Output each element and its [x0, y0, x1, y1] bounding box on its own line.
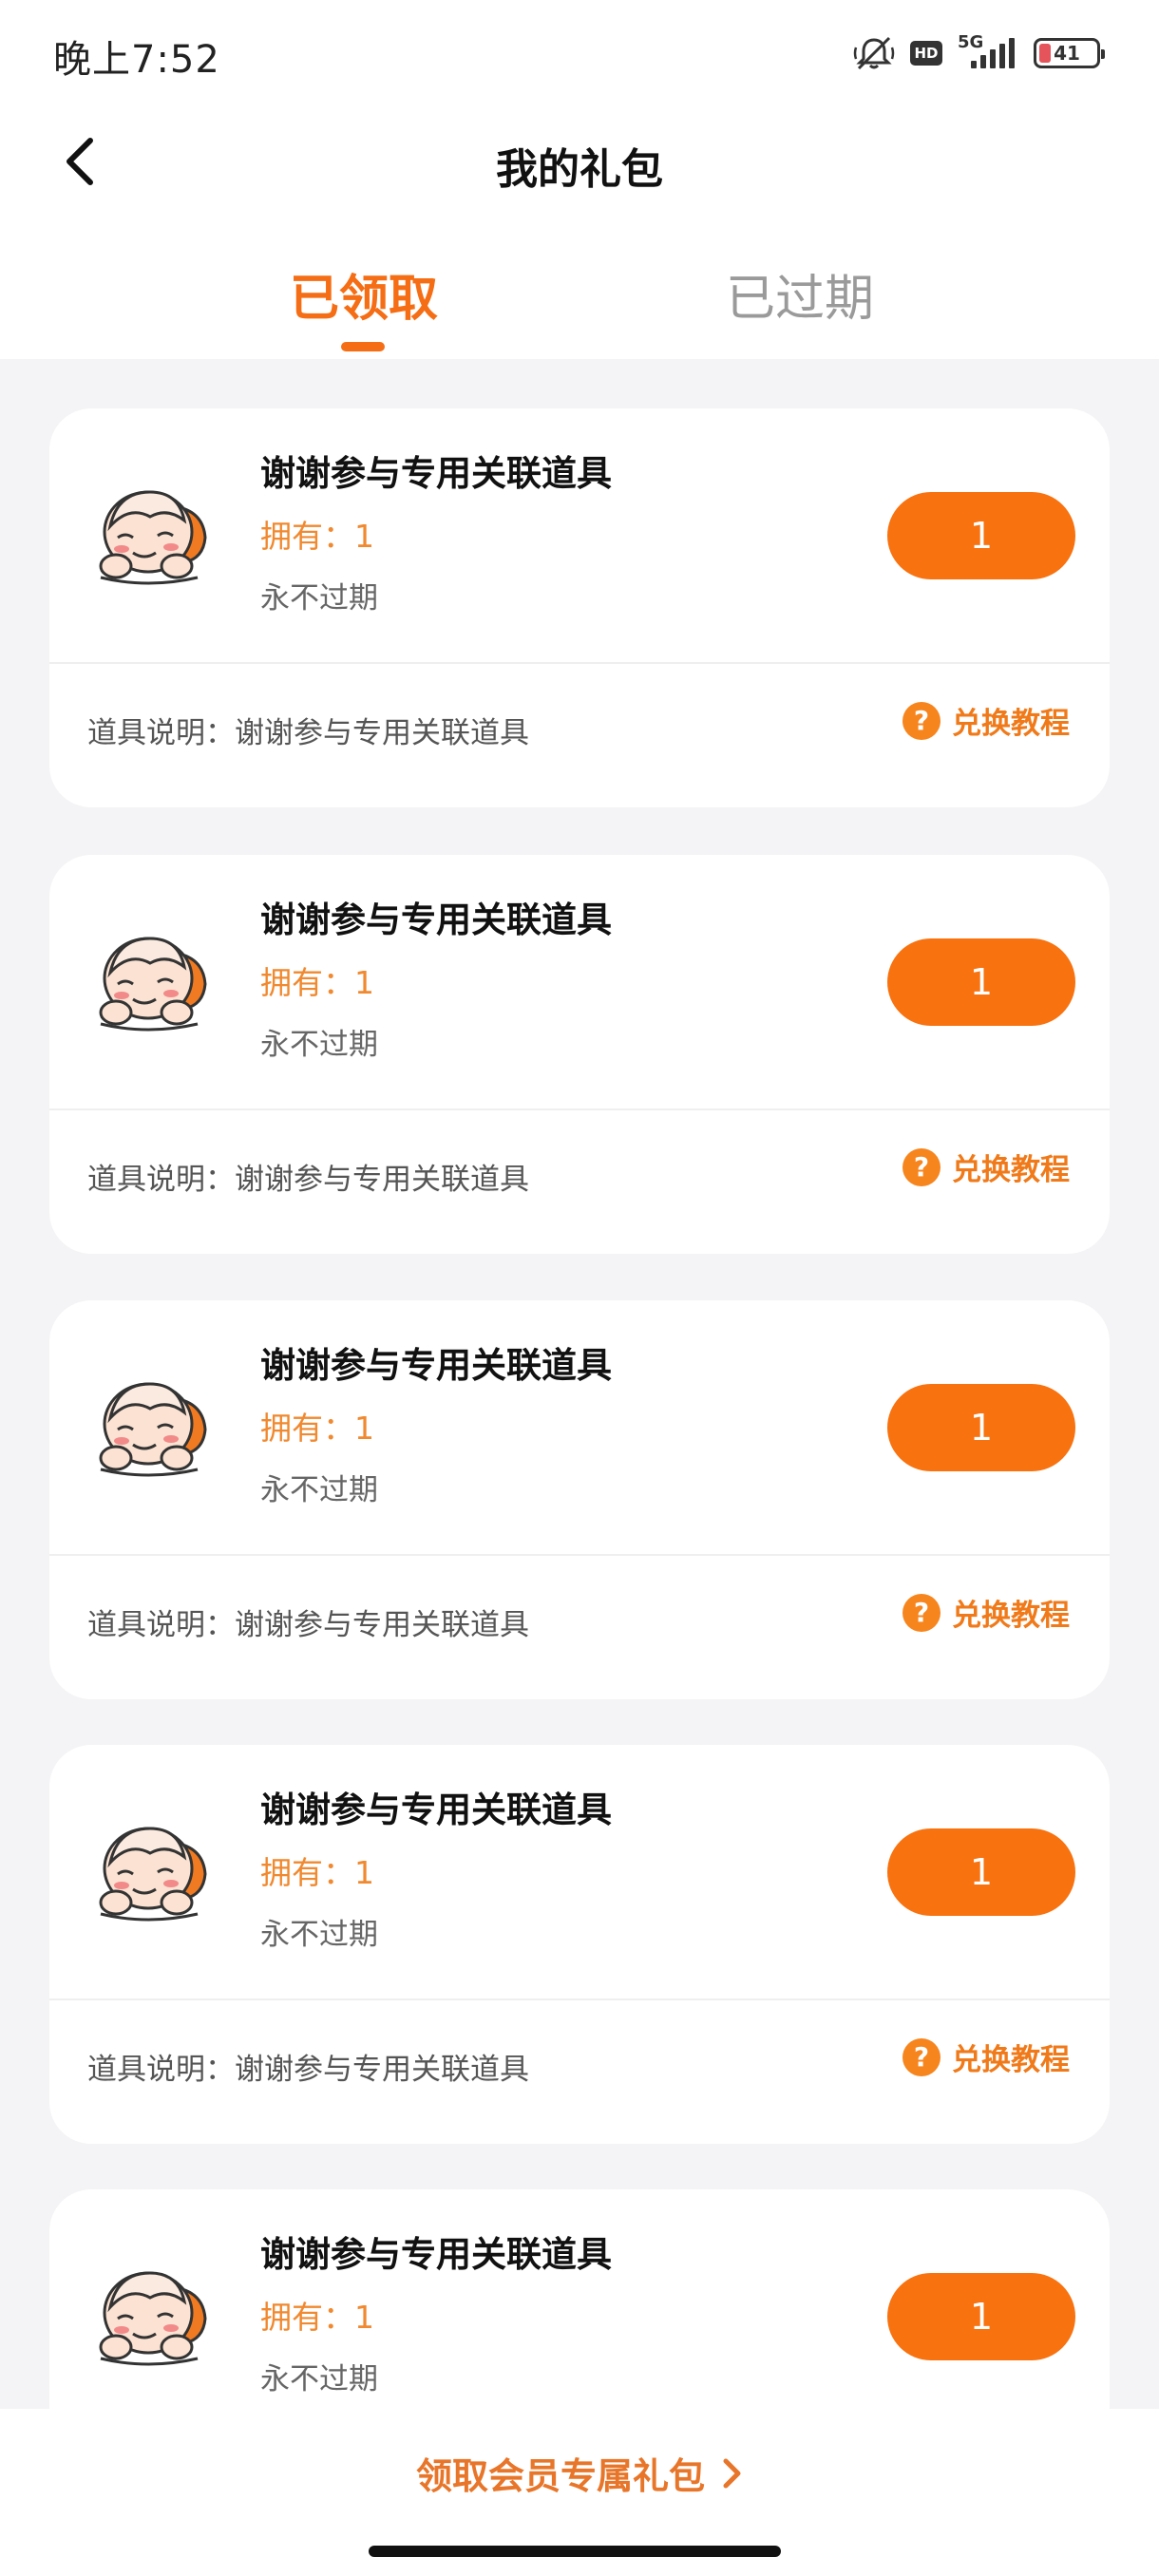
card-divider: [49, 1554, 1110, 1556]
gift-package-page: 晚上7:52 HD 5G 41 我的礼包 已领取 已过期 谢谢参与专用关联道具 …: [0, 0, 1159, 2576]
redeem-tutorial-label: 兑换教程: [952, 707, 1070, 741]
expiry-text: 永不过期: [260, 1918, 378, 1952]
battery-level: 41: [1054, 42, 1080, 65]
use-item-button[interactable]: 1: [887, 1828, 1075, 1916]
tab-bar: 已领取 已过期: [0, 249, 1159, 359]
use-item-button[interactable]: 1: [887, 492, 1075, 579]
question-circle-icon: ?: [902, 1593, 940, 1632]
item-description: 道具说明：谢谢参与专用关联道具: [87, 2053, 529, 2087]
top-area: 晚上7:52 HD 5G 41 我的礼包 已领取 已过期: [0, 0, 1159, 359]
status-bar: 晚上7:52 HD 5G 41: [0, 0, 1159, 106]
expiry-text: 永不过期: [260, 581, 378, 616]
mascot-avatar: [91, 1371, 215, 1485]
card-divider: [49, 662, 1110, 664]
signal-bars-icon: 5G: [958, 32, 1018, 72]
home-indicator[interactable]: [369, 2546, 781, 2557]
owned-count: 拥有：1: [260, 518, 374, 555]
bell-muted-icon: [853, 34, 895, 72]
gift-card: 谢谢参与专用关联道具 拥有：1 永不过期 1 道具说明：谢谢参与专用关联道具 ?…: [49, 1300, 1110, 1699]
owned-count: 拥有：1: [260, 1854, 374, 1891]
redeem-tutorial-label: 兑换教程: [952, 2043, 1070, 2077]
question-circle-icon: ?: [902, 1147, 940, 1186]
owned-count: 拥有：1: [260, 1410, 374, 1447]
item-description: 道具说明：谢谢参与专用关联道具: [87, 1608, 529, 1642]
mascot-avatar: [91, 925, 215, 1039]
item-name: 谢谢参与专用关联道具: [260, 1345, 612, 1386]
chevron-right-icon: [723, 2458, 741, 2488]
owned-count: 拥有：1: [260, 964, 374, 1001]
question-circle-icon: ?: [902, 2037, 940, 2076]
member-gift-link[interactable]: 领取会员专属礼包: [0, 2447, 1159, 2499]
redeem-tutorial-label: 兑换教程: [952, 1153, 1070, 1187]
header: 我的礼包: [0, 114, 1159, 209]
battery-icon: 41: [1034, 38, 1105, 68]
expiry-text: 永不过期: [260, 2362, 378, 2396]
page-title: 我的礼包: [496, 145, 663, 194]
item-description: 道具说明：谢谢参与专用关联道具: [87, 1163, 529, 1197]
tab-received[interactable]: 已领取: [290, 258, 438, 330]
card-divider: [49, 1108, 1110, 1110]
mascot-avatar: [91, 1815, 215, 1929]
redeem-tutorial-link[interactable]: ? 兑换教程: [902, 2036, 1070, 2078]
item-name: 谢谢参与专用关联道具: [260, 900, 612, 940]
item-name: 谢谢参与专用关联道具: [260, 453, 612, 494]
owned-count: 拥有：1: [260, 2299, 374, 2336]
redeem-tutorial-link[interactable]: ? 兑换教程: [902, 1591, 1070, 1634]
use-item-button[interactable]: 1: [887, 938, 1075, 1026]
bottom-bar: 领取会员专属礼包: [0, 2409, 1159, 2576]
gift-card: 谢谢参与专用关联道具 拥有：1 永不过期 1 道具说明：谢谢参与专用关联道具 ?…: [49, 408, 1110, 807]
expiry-text: 永不过期: [260, 1473, 378, 1507]
gift-card: 谢谢参与专用关联道具 拥有：1 永不过期 1 道具说明：谢谢参与专用关联道具 ?…: [49, 1745, 1110, 2144]
gift-card: 谢谢参与专用关联道具 拥有：1 永不过期 1 道具说明：谢谢参与专用关联道具 ?…: [49, 855, 1110, 1254]
status-time: 晚上7:52: [53, 38, 220, 82]
card-divider: [49, 1998, 1110, 2000]
hd-badge: HD: [910, 41, 942, 66]
question-circle-icon: ?: [902, 701, 940, 740]
tab-expired[interactable]: 已过期: [726, 258, 874, 330]
redeem-tutorial-link[interactable]: ? 兑换教程: [902, 699, 1070, 742]
use-item-button[interactable]: 1: [887, 2273, 1075, 2360]
tab-active-indicator: [341, 342, 385, 351]
use-item-button[interactable]: 1: [887, 1384, 1075, 1471]
item-name: 谢谢参与专用关联道具: [260, 1790, 612, 1830]
item-description: 道具说明：谢谢参与专用关联道具: [87, 716, 529, 750]
status-icons: HD 5G 41: [853, 30, 1105, 76]
mascot-avatar: [91, 2260, 215, 2374]
mascot-avatar: [91, 479, 215, 593]
redeem-tutorial-label: 兑换教程: [952, 1599, 1070, 1633]
redeem-tutorial-link[interactable]: ? 兑换教程: [902, 1146, 1070, 1188]
item-name: 谢谢参与专用关联道具: [260, 2234, 612, 2275]
member-gift-label: 领取会员专属礼包: [415, 2455, 705, 2497]
expiry-text: 永不过期: [260, 1028, 378, 1062]
